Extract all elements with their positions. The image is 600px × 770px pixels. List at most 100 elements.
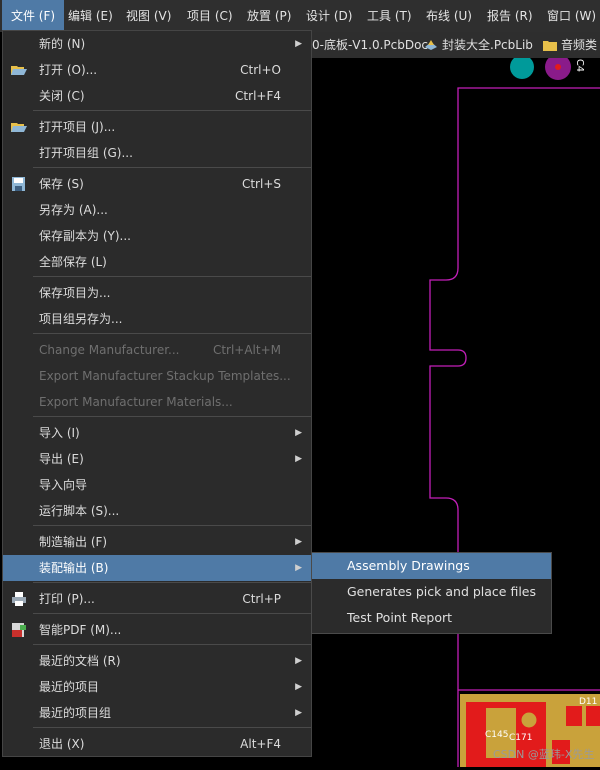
designator-c145: C145	[485, 730, 509, 740]
menu-edit[interactable]: 编辑 (E)	[68, 0, 113, 32]
menu-item-recent-projects[interactable]: 最近的项目 ▶	[3, 674, 311, 700]
tab-pcblib-label: 封装大全.PcbLib	[442, 38, 533, 52]
menu-item-open-project[interactable]: 打开项目 (J)...	[3, 114, 311, 140]
tab-pcblib[interactable]: 封装大全.PcbLib	[424, 32, 533, 58]
menu-item-import-wizard[interactable]: 导入向导	[3, 472, 311, 498]
pcblib-icon	[425, 40, 437, 50]
menu-item-save-project-group-as[interactable]: 项目组另存为...	[3, 306, 311, 332]
menu-route[interactable]: 布线 (U)	[426, 0, 472, 32]
menu-separator	[33, 416, 311, 417]
menu-separator	[33, 525, 311, 526]
save-icon	[12, 177, 25, 191]
pad-rect-2	[586, 706, 600, 726]
menu-item-label: Export Manufacturer Stackup Templates...	[39, 369, 291, 383]
menu-item-save[interactable]: 保存 (S) Ctrl+S	[3, 171, 311, 197]
menu-item-open-project-group[interactable]: 打开项目组 (G)...	[3, 140, 311, 166]
menu-item-label: 另存为 (A)...	[39, 203, 108, 217]
printer-icon	[12, 592, 26, 606]
menu-separator	[33, 276, 311, 277]
submenu-item-test-point-report[interactable]: Test Point Report	[312, 605, 551, 631]
menu-place[interactable]: 放置 (P)	[247, 0, 291, 32]
pad-rect	[566, 706, 582, 726]
board-outline	[429, 87, 600, 767]
menu-item-open[interactable]: 打开 (O)... Ctrl+O	[3, 57, 311, 83]
submenu-arrow-icon: ▶	[295, 428, 302, 438]
submenu-arrow-icon: ▶	[295, 454, 302, 464]
submenu-item-pick-and-place[interactable]: Generates pick and place files	[312, 579, 551, 605]
menu-item-export-stackup-templates: Export Manufacturer Stackup Templates...	[3, 363, 311, 389]
tab-folder-label: 音频类	[561, 38, 598, 52]
menu-item-label: 保存副本为 (Y)...	[39, 229, 131, 243]
menu-item-exit[interactable]: 退出 (X) Alt+F4	[3, 731, 311, 757]
menu-item-smart-pdf[interactable]: 智能PDF (M)...	[3, 617, 311, 643]
menu-bar: 文件 (F) 编辑 (E) 视图 (V) 项目 (C) 放置 (P) 设计 (D…	[0, 0, 600, 32]
board-drawing	[429, 54, 600, 767]
menu-separator	[33, 644, 311, 645]
menu-window[interactable]: 窗口 (W)	[547, 0, 596, 32]
submenu-arrow-icon: ▶	[295, 563, 302, 573]
rotated-designator: C4	[574, 58, 586, 73]
menu-item-label: 最近的项目	[39, 680, 100, 694]
submenu-arrow-icon: ▶	[295, 537, 302, 547]
menu-item-label: 项目组另存为...	[39, 312, 123, 326]
menu-item-export[interactable]: 导出 (E) ▶	[3, 446, 311, 472]
menu-item-label: 运行脚本 (S)...	[39, 504, 120, 518]
watermark: CSDN @蓝玮-X先生	[493, 748, 595, 761]
menu-view[interactable]: 视图 (V)	[126, 0, 171, 32]
menu-item-label: 导入向导	[39, 478, 88, 492]
menu-file[interactable]: 文件 (F)	[2, 0, 64, 32]
menu-reports[interactable]: 报告 (R)	[487, 0, 533, 32]
menu-separator	[33, 167, 311, 168]
pcb-canvas[interactable]: C4 C145 C171 D11	[300, 54, 600, 767]
menu-item-label: 智能PDF (M)...	[39, 623, 122, 637]
assembly-outputs-submenu: Assembly Drawings Generates pick and pla…	[311, 552, 552, 634]
menu-item-label: 最近的项目组	[39, 706, 112, 720]
menu-item-label: 导入 (I)	[39, 426, 80, 440]
open-folder-icon	[11, 66, 27, 75]
shortcut-label: Ctrl+P	[242, 592, 281, 606]
menu-separator	[33, 333, 311, 334]
menu-design[interactable]: 设计 (D)	[306, 0, 352, 32]
menu-item-run-script[interactable]: 运行脚本 (S)...	[3, 498, 311, 524]
shortcut-label: Alt+F4	[240, 737, 281, 751]
menu-tools[interactable]: 工具 (T)	[367, 0, 412, 32]
shortcut-label: Ctrl+F4	[235, 89, 281, 103]
submenu-arrow-icon: ▶	[295, 656, 302, 666]
menu-item-label: 制造输出 (F)	[39, 535, 108, 549]
designator-c171: C171	[509, 733, 533, 743]
menu-item-close[interactable]: 关闭 (C) Ctrl+F4	[3, 83, 311, 109]
menu-item-label: 打开项目组 (G)...	[39, 146, 133, 160]
submenu-item-label: Assembly Drawings	[347, 558, 470, 573]
menu-item-save-copy-as[interactable]: 保存副本为 (Y)...	[3, 223, 311, 249]
menu-item-fabrication-outputs[interactable]: 制造输出 (F) ▶	[3, 529, 311, 555]
menu-item-label: 保存项目为...	[39, 286, 111, 300]
menu-item-print[interactable]: 打印 (P)... Ctrl+P	[3, 586, 311, 612]
submenu-arrow-icon: ▶	[295, 708, 302, 718]
designator-d11: D11	[579, 697, 598, 707]
menu-item-label: Export Manufacturer Materials...	[39, 395, 233, 409]
menu-item-recent-project-groups[interactable]: 最近的项目组 ▶	[3, 700, 311, 726]
submenu-item-assembly-drawings[interactable]: Assembly Drawings	[312, 553, 551, 579]
menu-item-save-as[interactable]: 另存为 (A)...	[3, 197, 311, 223]
folder-icon	[543, 41, 557, 51]
menu-project[interactable]: 项目 (C)	[187, 0, 233, 32]
tab-folder[interactable]: 音频类	[543, 32, 597, 58]
menu-separator	[33, 582, 311, 583]
menu-separator	[33, 613, 311, 614]
menu-item-label: 新的 (N)	[39, 37, 86, 51]
menu-separator	[33, 110, 311, 111]
shortcut-label: Ctrl+S	[241, 177, 281, 191]
open-project-icon	[11, 123, 27, 132]
menu-item-recent-documents[interactable]: 最近的文档 (R) ▶	[3, 648, 311, 674]
tab-pcbdoc[interactable]: 0-底板-V1.0.PcbDoc	[312, 32, 428, 58]
menu-item-save-project-as[interactable]: 保存项目为...	[3, 280, 311, 306]
menu-item-save-all[interactable]: 全部保存 (L)	[3, 249, 311, 275]
pad-circle	[510, 55, 534, 79]
menu-item-new[interactable]: 新的 (N) ▶	[3, 31, 311, 57]
menu-item-label: 最近的文档 (R)	[39, 654, 121, 668]
menu-item-import[interactable]: 导入 (I) ▶	[3, 420, 311, 446]
menu-item-label: 导出 (E)	[39, 452, 84, 466]
submenu-arrow-icon: ▶	[295, 39, 302, 49]
menu-item-label: Change Manufacturer...	[39, 343, 180, 357]
menu-item-assembly-outputs[interactable]: 装配输出 (B) ▶	[3, 555, 311, 581]
